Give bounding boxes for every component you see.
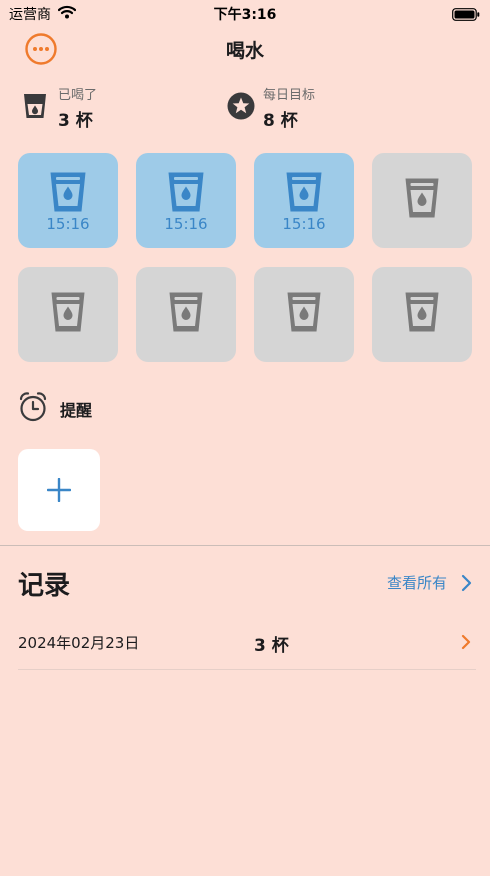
filled-cup-icon bbox=[168, 172, 204, 212]
drunk-label: 已喝了 bbox=[58, 88, 98, 103]
filled-cup-icon bbox=[50, 172, 86, 212]
goal-label: 每日目标 bbox=[263, 88, 316, 103]
cup-tile-3[interactable]: 15:16 bbox=[254, 153, 354, 248]
records-title: 记录 bbox=[18, 571, 71, 601]
cup-time: 15:16 bbox=[164, 215, 208, 233]
empty-cup-icon bbox=[169, 292, 203, 332]
record-count: 3 杯 bbox=[254, 636, 289, 656]
cup-tile-4[interactable] bbox=[372, 153, 472, 248]
reminder-label: 提醒 bbox=[60, 401, 93, 420]
cup-tile-8[interactable] bbox=[372, 267, 472, 362]
add-reminder-button[interactable] bbox=[18, 449, 100, 531]
cup-tile-7[interactable] bbox=[254, 267, 354, 362]
record-row[interactable]: 2024年02月23日 3 杯 bbox=[18, 618, 476, 670]
view-all-link[interactable]: 查看所有 bbox=[387, 572, 447, 593]
record-date: 2024年02月23日 bbox=[18, 634, 140, 652]
goal-value: 8 杯 bbox=[263, 111, 298, 131]
cup-tile-6[interactable] bbox=[136, 267, 236, 362]
empty-cup-icon bbox=[405, 292, 439, 332]
filled-cup-icon bbox=[286, 172, 322, 212]
page-title: 喝水 bbox=[225, 40, 264, 62]
status-bar: 运营商 下午3:16 bbox=[0, 0, 490, 26]
chevron-right-icon bbox=[461, 634, 471, 650]
cup-tile-1[interactable]: 15:16 bbox=[18, 153, 118, 248]
empty-cup-icon bbox=[405, 178, 439, 218]
plus-icon bbox=[47, 478, 71, 502]
section-divider bbox=[0, 545, 490, 546]
drunk-value: 3 杯 bbox=[58, 111, 93, 131]
drunk-stat: 已喝了 3 杯 bbox=[22, 82, 202, 131]
cup-icon bbox=[24, 94, 46, 118]
battery-icon bbox=[452, 6, 480, 25]
cup-tile-5[interactable] bbox=[18, 267, 118, 362]
cup-time: 15:16 bbox=[282, 215, 326, 233]
goal-stat[interactable]: 每日目标 8 杯 bbox=[227, 82, 407, 131]
status-time: 下午3:16 bbox=[213, 7, 277, 23]
cup-time: 15:16 bbox=[46, 215, 90, 233]
cup-tile-2[interactable]: 15:16 bbox=[136, 153, 236, 248]
star-badge-icon bbox=[227, 92, 255, 120]
empty-cup-icon bbox=[287, 292, 321, 332]
chevron-right-icon[interactable] bbox=[460, 574, 472, 592]
alarm-clock-icon bbox=[19, 392, 47, 422]
empty-cup-icon bbox=[51, 292, 85, 332]
